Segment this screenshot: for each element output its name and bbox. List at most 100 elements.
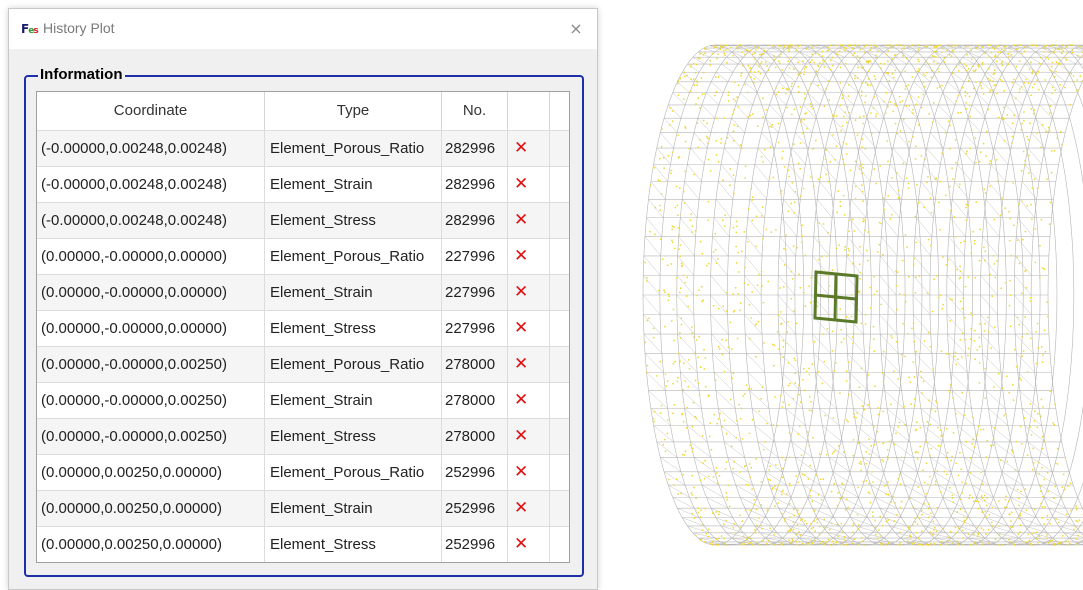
- mesh-node: [998, 525, 1000, 527]
- mesh-node: [949, 54, 951, 56]
- delete-icon[interactable]: ✕: [508, 167, 550, 202]
- mesh-node: [732, 55, 734, 57]
- mesh-line: [867, 118, 880, 132]
- table-row[interactable]: (0.00000,-0.00000,0.00250)Element_Stress…: [37, 418, 569, 454]
- mesh-node: [690, 79, 692, 81]
- mesh-node: [1077, 79, 1079, 81]
- mesh-node: [814, 510, 816, 512]
- mesh-node: [892, 111, 894, 113]
- mesh-node: [704, 93, 706, 95]
- mesh-node: [1046, 538, 1048, 540]
- mesh-node: [709, 64, 711, 66]
- delete-icon[interactable]: ✕: [508, 347, 550, 382]
- mesh-node: [789, 485, 791, 487]
- mesh-node: [832, 541, 834, 543]
- mesh-node: [738, 84, 740, 86]
- delete-icon[interactable]: ✕: [508, 275, 550, 310]
- mesh-node: [842, 484, 844, 486]
- mesh-node: [811, 47, 813, 49]
- mesh-node: [908, 276, 910, 278]
- table-row[interactable]: (0.00000,0.00250,0.00000)Element_Strain2…: [37, 490, 569, 526]
- mesh-node: [684, 202, 686, 204]
- mesh-node: [1052, 44, 1054, 46]
- mesh-line: [1006, 105, 1019, 118]
- mesh-node: [859, 272, 861, 274]
- mesh-node: [1011, 142, 1013, 144]
- mesh-line: [1016, 237, 1032, 256]
- mesh-node: [844, 164, 846, 166]
- delete-icon[interactable]: ✕: [508, 131, 550, 166]
- mesh-node: [824, 415, 826, 417]
- mesh-line: [654, 164, 668, 181]
- mesh-node: [1056, 61, 1058, 63]
- header-type[interactable]: Type: [265, 92, 442, 130]
- mesh-node: [984, 495, 986, 497]
- table-row[interactable]: (0.00000,-0.00000,0.00000)Element_Stress…: [37, 310, 569, 346]
- mesh-node: [978, 66, 980, 68]
- table-row[interactable]: (0.00000,-0.00000,0.00000)Element_Strain…: [37, 274, 569, 310]
- mesh-node: [1018, 533, 1020, 535]
- close-icon[interactable]: ×: [563, 17, 589, 41]
- mesh-node: [750, 317, 752, 319]
- mesh-node: [791, 538, 793, 540]
- mesh-node: [853, 416, 855, 418]
- title-bar: Fes History Plot ×: [9, 9, 597, 49]
- header-number[interactable]: No.: [442, 92, 508, 130]
- mesh-line: [880, 334, 898, 353]
- mesh-line: [687, 64, 699, 72]
- delete-icon[interactable]: ✕: [508, 455, 550, 490]
- mesh-node: [903, 47, 905, 49]
- mesh-node: [880, 67, 882, 69]
- table-row[interactable]: (0.00000,-0.00000,0.00250)Element_Strain…: [37, 382, 569, 418]
- table-row[interactable]: (0.00000,-0.00000,0.00000)Element_Porous…: [37, 238, 569, 274]
- mesh-node: [715, 379, 717, 381]
- mesh-line: [968, 52, 979, 57]
- mesh-node: [1062, 50, 1064, 52]
- mesh-node: [1026, 333, 1028, 335]
- table-row[interactable]: (0.00000,0.00250,0.00000)Element_Stress2…: [37, 526, 569, 562]
- delete-icon[interactable]: ✕: [508, 239, 550, 274]
- mesh-node: [966, 153, 968, 155]
- mesh-line: [721, 164, 735, 181]
- delete-icon[interactable]: ✕: [508, 491, 550, 526]
- header-coordinate[interactable]: Coordinate: [37, 92, 265, 130]
- mesh-node: [927, 176, 929, 178]
- mesh-node: [1051, 172, 1053, 174]
- mesh-node: [927, 484, 929, 486]
- table-row[interactable]: (-0.00000,0.00248,0.00248)Element_Porous…: [37, 130, 569, 166]
- mesh-node: [755, 245, 757, 247]
- mesh-line: [682, 199, 697, 217]
- mesh-node: [755, 324, 757, 326]
- mesh-node: [1076, 509, 1078, 511]
- mesh-line: [927, 148, 941, 164]
- mesh-line: [1059, 64, 1071, 72]
- mesh-node: [964, 286, 966, 288]
- mesh-node: [1028, 155, 1030, 157]
- mesh-node: [867, 231, 869, 233]
- 3d-viewport[interactable]: [600, 0, 1083, 585]
- table-row[interactable]: (-0.00000,0.00248,0.00248)Element_Stress…: [37, 202, 569, 238]
- mesh-node: [753, 82, 755, 84]
- table-row[interactable]: (-0.00000,0.00248,0.00248)Element_Strain…: [37, 166, 569, 202]
- mesh-node: [1024, 164, 1026, 166]
- mesh-node: [872, 481, 874, 483]
- delete-icon[interactable]: ✕: [508, 383, 550, 418]
- mesh-node: [1018, 505, 1020, 507]
- mesh-node: [824, 543, 826, 545]
- delete-icon[interactable]: ✕: [508, 419, 550, 454]
- mesh-node: [857, 528, 859, 530]
- mesh-node: [890, 101, 892, 103]
- delete-icon[interactable]: ✕: [508, 311, 550, 346]
- mesh-node: [685, 141, 687, 143]
- table-row[interactable]: (0.00000,-0.00000,0.00250)Element_Porous…: [37, 346, 569, 382]
- delete-icon[interactable]: ✕: [508, 527, 550, 562]
- mesh-node: [826, 149, 828, 151]
- mesh-node: [1023, 541, 1025, 543]
- cylinder-mesh[interactable]: [600, 0, 1083, 585]
- mesh-node: [752, 53, 754, 55]
- table-row[interactable]: (0.00000,0.00250,0.00000)Element_Porous_…: [37, 454, 569, 490]
- mesh-node: [951, 299, 953, 301]
- delete-icon[interactable]: ✕: [508, 203, 550, 238]
- mesh-node: [735, 100, 737, 102]
- mesh-node: [947, 452, 949, 454]
